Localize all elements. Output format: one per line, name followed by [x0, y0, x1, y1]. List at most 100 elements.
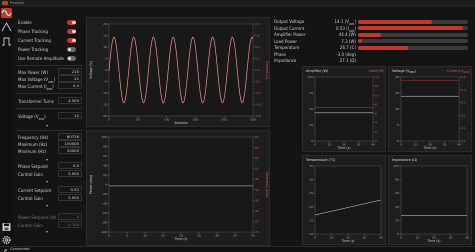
max-frequency-input[interactable]: 100000 — [58, 140, 82, 147]
readout-bar-fill — [358, 26, 463, 30]
y-right-tick-label: 12 — [375, 84, 379, 88]
power-tracking-toggle[interactable] — [67, 47, 76, 52]
enable-toggle[interactable] — [67, 20, 76, 25]
y-axis-label: Phase (deg) — [89, 175, 93, 194]
current-tracking-toggle[interactable] — [67, 38, 76, 43]
readout-value: -3.0 (deg) — [336, 51, 356, 57]
y-right-tick-label: 0.4 — [461, 88, 466, 92]
y-tick-label: 20 — [395, 75, 399, 79]
y-tick-label: 10 — [395, 107, 399, 111]
impedance-chart: Impedance (Ω)1008060402000 10 20 30 40Time (… — [392, 158, 469, 243]
y-tick-label: 30 — [309, 178, 313, 182]
max-power-input[interactable]: 210 — [58, 68, 82, 75]
phase-setpoint-input[interactable]: 0.0 — [58, 162, 82, 169]
y-right-tick-label: 0.0 — [461, 139, 466, 143]
phase-frequency-plot-panel: 100 80 60 40 20 0 -20 -40 -60 -80 -100 65 60 55 50 45 40… — [86, 130, 270, 246]
current-gain-input[interactable]: 2.000 — [58, 194, 82, 201]
y-tick-label: 0 — [105, 183, 107, 187]
y-tick-label: 60 — [103, 154, 107, 158]
triangle-wave-icon[interactable] — [1, 22, 12, 32]
y-right-tick-label: 4 — [375, 121, 377, 125]
x-tick-label: 5 — [126, 234, 128, 238]
readout-value: 26.7 (C) — [339, 45, 356, 50]
temperature-plot-panel: Temperature (°C) 35 30 25 20 15 10 0 10 20 30 40 Tim… — [302, 155, 386, 245]
voltage-input[interactable]: 12 — [58, 112, 82, 119]
x-tick-label: 40 — [465, 236, 469, 240]
x-tick-label: 40 — [379, 236, 383, 240]
current-setpoint-input[interactable]: 0.52 — [58, 186, 82, 193]
power-gain-input[interactable]: 0.100 — [58, 221, 82, 228]
max-voltage-input[interactable]: 21 — [58, 75, 82, 82]
min-frequency-input[interactable]: 20000 — [58, 147, 82, 154]
x-tick-label: 30 — [215, 234, 219, 238]
y-right-tick-label: 0.2 — [255, 57, 260, 61]
y-right-tick-label: 0 — [375, 139, 377, 143]
plot-area — [400, 76, 460, 142]
readout-label: Load Power — [274, 38, 297, 44]
y-tick-label: 10 — [309, 232, 313, 236]
y-right-tick-label: 0.2 — [461, 113, 466, 117]
transformer-turns-input[interactable]: 4.500 — [58, 97, 82, 104]
chart-title: Temperature (°C) — [305, 158, 336, 162]
frequency-input[interactable]: 60726 — [58, 133, 82, 140]
sine-wave-icon[interactable] — [1, 8, 12, 18]
y-right-tick-label: 45 — [255, 177, 259, 181]
x-axis-label: Time (s) — [427, 239, 441, 243]
y-right-tick-label: -0.2 — [255, 80, 261, 84]
gain-label: Control Gain — [18, 172, 43, 177]
y-right-tick-label: 30 — [255, 209, 259, 213]
y-tick-label: 25 — [309, 191, 313, 195]
x-axis-label: Time (s) — [337, 146, 351, 150]
amplifier-load-plot-panel: Amplifier (W) Load (W) 100 75 50 25 0 14 12 10 8 6 4… — [302, 66, 386, 152]
y-right-tick-label: 0.3 — [461, 101, 466, 105]
readout-bar-fill — [358, 39, 362, 43]
remote-amplitude-toggle[interactable] — [67, 56, 76, 61]
y-tick-label: 100 — [393, 164, 399, 168]
x-tick-label: 30 — [357, 143, 361, 147]
plot-area — [314, 76, 374, 142]
phase-gain-input[interactable]: 2.000 — [58, 170, 82, 177]
y-right-tick-label: 35 — [255, 198, 259, 202]
app-icon — [2, 1, 8, 5]
x-tick-label: 0 — [108, 118, 110, 122]
square-wave-icon[interactable] — [1, 36, 12, 46]
x-tick-label: 35 — [233, 234, 237, 238]
save-icon[interactable] — [1, 222, 12, 232]
y-tick-label: 0 — [105, 68, 107, 72]
x-tick-label: 40 — [251, 234, 255, 238]
x-axis-label: Time (s) — [423, 146, 437, 150]
x-tick-label: 15 — [161, 234, 165, 238]
max-current-input[interactable]: 0.4 — [58, 82, 82, 89]
chevron-down-icon[interactable] — [46, 181, 48, 183]
y-tick-label: 50 — [309, 107, 313, 111]
phase-tracking-toggle[interactable] — [67, 29, 76, 34]
y-tick-label: 60 — [395, 191, 399, 195]
x-tick-label: 200 — [221, 118, 227, 122]
chevron-down-icon[interactable] — [46, 125, 48, 127]
chart-title: Voltage (VRMS) — [392, 69, 417, 74]
chevron-down-icon[interactable] — [46, 205, 48, 207]
gear-icon[interactable] — [1, 235, 12, 245]
y-tick-label: 40 — [103, 164, 107, 168]
y-right-tick-label: 6 — [375, 112, 377, 116]
y-tick-label: 80 — [395, 178, 399, 182]
temperature-chart: Temperature (°C)3530252015100 10 20 30 40Tim… — [305, 158, 383, 243]
y-tick-label: -10 — [102, 91, 107, 95]
readout-value: 44.4 (W) — [338, 32, 356, 37]
y-right-tick-label: 0.5 — [461, 75, 466, 79]
status-text: Connected — [10, 247, 30, 251]
chevron-down-icon[interactable] — [46, 159, 48, 161]
status-bar: Connected — [0, 246, 475, 252]
connection-icon — [3, 248, 8, 252]
y-right-tick-label: 0.4 — [255, 45, 260, 49]
readouts-panel: Output Voltage 14.1 (VRMS) Output Current 0… — [272, 17, 472, 65]
y-tick-label: 75 — [309, 91, 313, 95]
divider — [16, 93, 82, 94]
power-setpoint-input[interactable]: 0 — [58, 213, 82, 220]
y-tick-label: 20 — [103, 22, 107, 26]
toggle-label: Phase Tracking — [18, 29, 48, 34]
toggle-label: Power Tracking — [18, 47, 49, 52]
divider — [16, 108, 82, 109]
chevron-down-icon[interactable] — [46, 231, 48, 233]
y-tick-label: 35 — [309, 164, 313, 168]
